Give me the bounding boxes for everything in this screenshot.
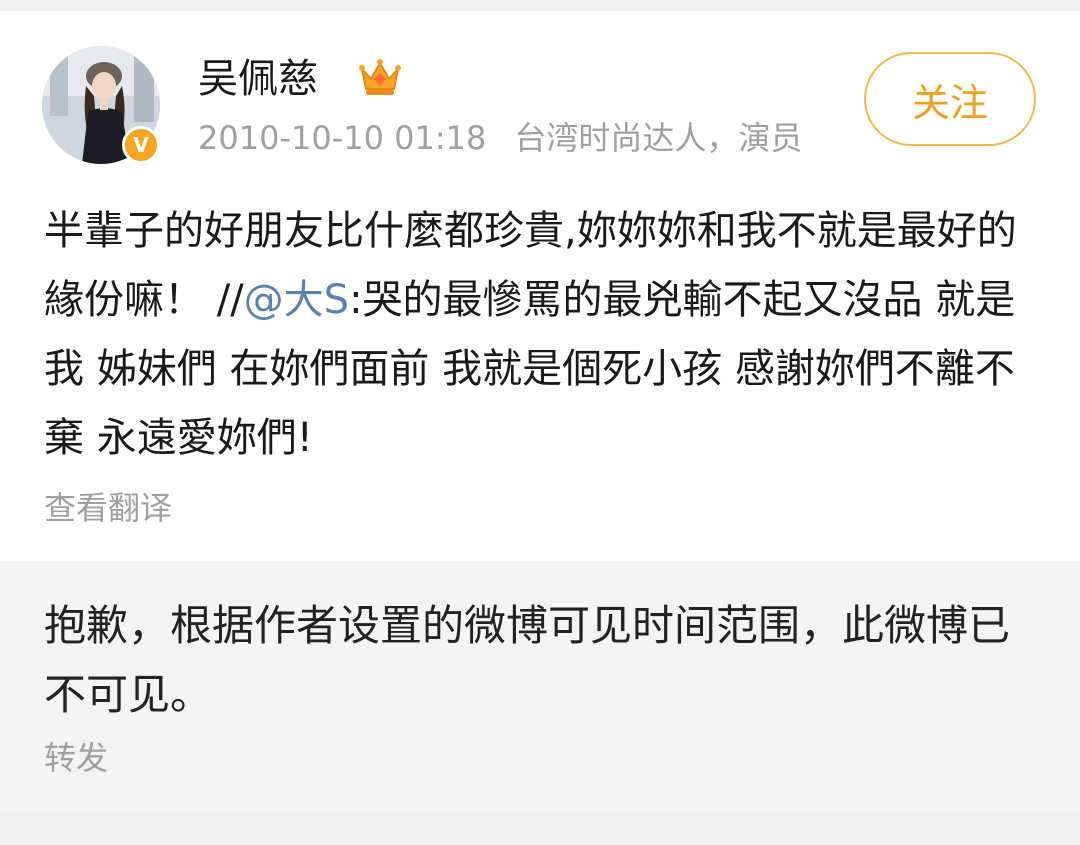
crown-icon (359, 59, 401, 95)
translate-link[interactable]: 查看翻译 (44, 487, 172, 529)
author-title: 台湾时尚达人，演员 (514, 119, 803, 157)
author-name[interactable]: 吴佩慈 (198, 53, 318, 105)
post-timestamp: 2010-10-10 01:18 (198, 119, 487, 157)
avatar[interactable]: V (42, 46, 160, 164)
forward-label[interactable]: 转发 (44, 737, 108, 779)
mention-link[interactable]: @大S (244, 277, 349, 323)
post-text: 半輩子的好朋友比什麼都珍貴,妳妳妳和我不就是最好的緣份嘛！ //@大S:哭的最慘… (44, 197, 1044, 473)
verified-badge-icon: V (122, 126, 160, 164)
post-card: V 吴佩慈 2010-10-10 01:18 台湾时尚达人，演员 关注 半輩子的好… (0, 11, 1080, 561)
unavailable-message: 抱歉，根据作者设置的微博可见时间范围，此微博已不可见。 (44, 601, 1011, 719)
follow-button[interactable]: 关注 (864, 52, 1036, 146)
repost-card: 抱歉，根据作者设置的微博可见时间范围，此微博已不可见。 转发 (0, 561, 1080, 813)
post-meta: 2010-10-10 01:18 台湾时尚达人，演员 (198, 117, 802, 159)
